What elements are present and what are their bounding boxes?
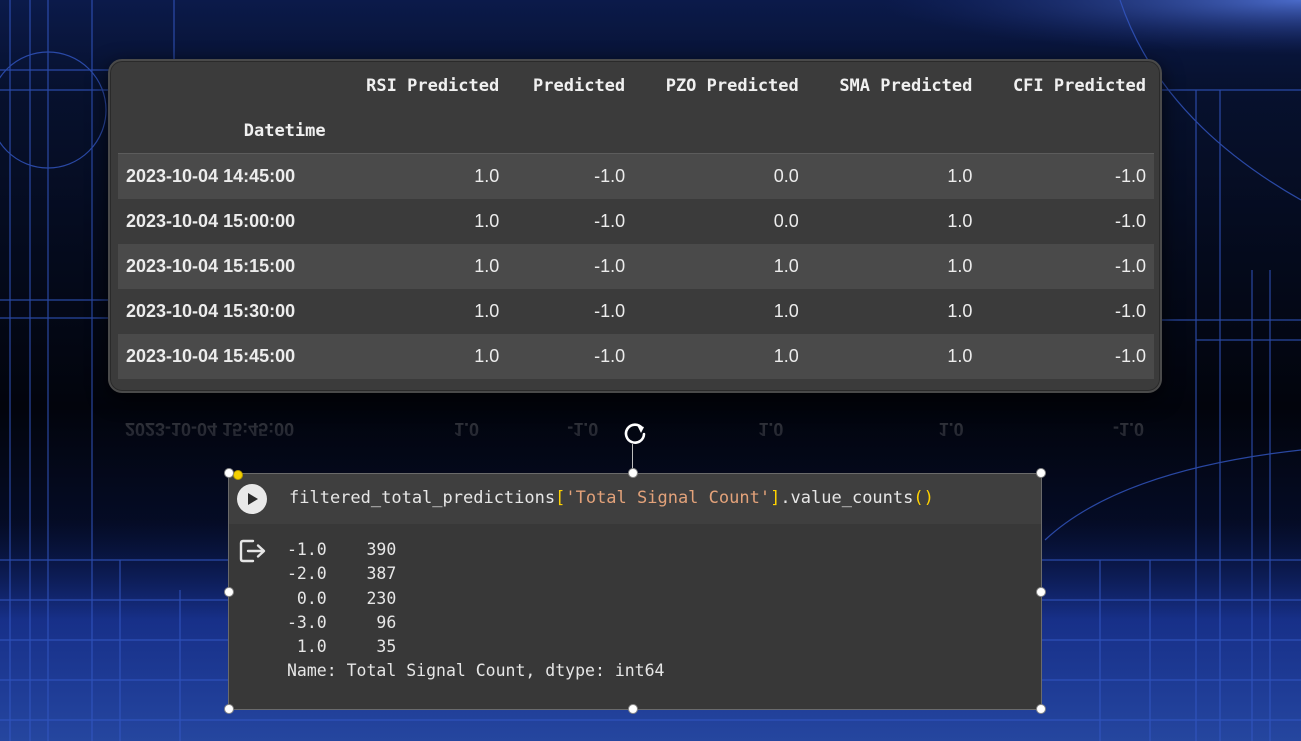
reflection-cell: 1.0 [454, 419, 480, 439]
table-cell: 1.0 [947, 301, 973, 321]
output-line: 0.0 230 [287, 588, 397, 608]
table-cell: 1.0 [773, 346, 799, 366]
rotate-icon[interactable] [620, 419, 650, 447]
selection-handle-right[interactable] [1036, 587, 1046, 597]
column-header-rsi: RSI Predicted [366, 76, 500, 96]
table-cell: 1.0 [947, 256, 973, 276]
index-name-header: Datetime [118, 109, 334, 154]
table-row: 2023-10-04 15:15:00 1.0 -1.0 1.0 1.0 -1.… [118, 244, 1154, 289]
table-cell: 1.0 [947, 346, 973, 366]
table-cell: -1.0 [1114, 256, 1146, 276]
column-header-pzo: PZO Predicted [665, 76, 799, 96]
reflection-cell: -1.0 [1112, 419, 1144, 439]
table-cell: -1.0 [1114, 346, 1146, 366]
table-cell: -1.0 [1114, 166, 1146, 186]
row-index: 2023-10-04 14:45:00 [126, 166, 296, 186]
code-method: .value_counts [780, 488, 914, 508]
selection-handle-bottom-left[interactable] [224, 704, 234, 714]
row-index: 2023-10-04 15:45:00 [126, 346, 296, 366]
table-cell: 0.0 [773, 166, 799, 186]
table-cell: -1.0 [594, 301, 626, 321]
cell-output: -1.0 390 -2.0 387 0.0 230 -3.0 96 1.0 35… [287, 538, 665, 684]
dataframe-table: RSI Predicted Predicted PZO Predicted SM… [118, 61, 1154, 379]
column-header-row: RSI Predicted Predicted PZO Predicted SM… [118, 61, 1154, 109]
table-cell: -1.0 [594, 346, 626, 366]
table-cell: -1.0 [1114, 211, 1146, 231]
output-footer: Name: Total Signal Count, dtype: int64 [287, 661, 665, 681]
play-icon [248, 493, 258, 505]
output-line: -3.0 96 [287, 612, 397, 632]
code-close-bracket: ] [770, 488, 781, 508]
row-index: 2023-10-04 15:00:00 [126, 211, 296, 231]
selection-handle-top-right[interactable] [1036, 468, 1046, 478]
output-redirect-icon[interactable] [239, 538, 267, 564]
selection-handle-top-left[interactable] [233, 470, 243, 480]
table-cell: 1.0 [474, 166, 500, 186]
reflection-cell: 1.0 [938, 419, 964, 439]
table-cell: 1.0 [474, 211, 500, 231]
table-cell: 0.0 [773, 211, 799, 231]
table-cell: 1.0 [474, 256, 500, 276]
run-cell-button[interactable] [237, 484, 267, 514]
table-cell: 1.0 [773, 301, 799, 321]
table-cell: 1.0 [947, 166, 973, 186]
code-open-bracket: [ [555, 488, 566, 508]
table-cell: 1.0 [474, 346, 500, 366]
table-row: 2023-10-04 15:30:00 1.0 -1.0 1.0 1.0 -1.… [118, 289, 1154, 334]
code-parens: () [913, 488, 934, 508]
row-index: 2023-10-04 15:15:00 [126, 256, 296, 276]
code-string: 'Total Signal Count' [565, 488, 771, 508]
code-cell[interactable]: filtered_total_predictions['Total Signal… [228, 473, 1042, 710]
code-variable: filtered_total_predictions [289, 488, 556, 508]
selection-handle-corner[interactable] [224, 468, 234, 478]
column-header-sma: SMA Predicted [839, 76, 973, 96]
table-cell: -1.0 [594, 211, 626, 231]
table-cell: -1.0 [1114, 301, 1146, 321]
output-line: 1.0 35 [287, 637, 397, 657]
reflection-cell: -1.0 [567, 419, 599, 439]
selection-handle-top[interactable] [628, 468, 638, 478]
corner-header [118, 61, 334, 109]
output-line: -1.0 390 [287, 540, 397, 559]
output-line: -2.0 387 [287, 564, 397, 584]
table-cell: -1.0 [594, 256, 626, 276]
table-cell: 1.0 [474, 301, 500, 321]
table-row: 2023-10-04 14:45:00 1.0 -1.0 0.0 1.0 -1.… [118, 153, 1154, 199]
table-cell: -1.0 [594, 166, 626, 186]
code-cell-input[interactable]: filtered_total_predictions['Total Signal… [229, 474, 1041, 524]
reflection-index: 2023-10-04 15:45:00 [125, 419, 295, 439]
column-header-cfi: CFI Predicted [1012, 76, 1146, 96]
selection-handle-bottom-right[interactable] [1036, 704, 1046, 714]
table-row: 2023-10-04 15:00:00 1.0 -1.0 0.0 1.0 -1.… [118, 199, 1154, 244]
row-index: 2023-10-04 15:30:00 [126, 301, 296, 321]
dataframe-output-panel: RSI Predicted Predicted PZO Predicted SM… [108, 59, 1162, 393]
table-cell: 1.0 [947, 211, 973, 231]
index-name-row: Datetime [118, 109, 1154, 154]
selection-handle-bottom[interactable] [628, 704, 638, 714]
code-line[interactable]: filtered_total_predictions['Total Signal… [289, 488, 934, 508]
selection-handle-left[interactable] [224, 587, 234, 597]
table-cell: 1.0 [773, 256, 799, 276]
column-header-predicted: Predicted [533, 76, 626, 96]
table-row: 2023-10-04 15:45:00 1.0 -1.0 1.0 1.0 -1.… [118, 334, 1154, 379]
